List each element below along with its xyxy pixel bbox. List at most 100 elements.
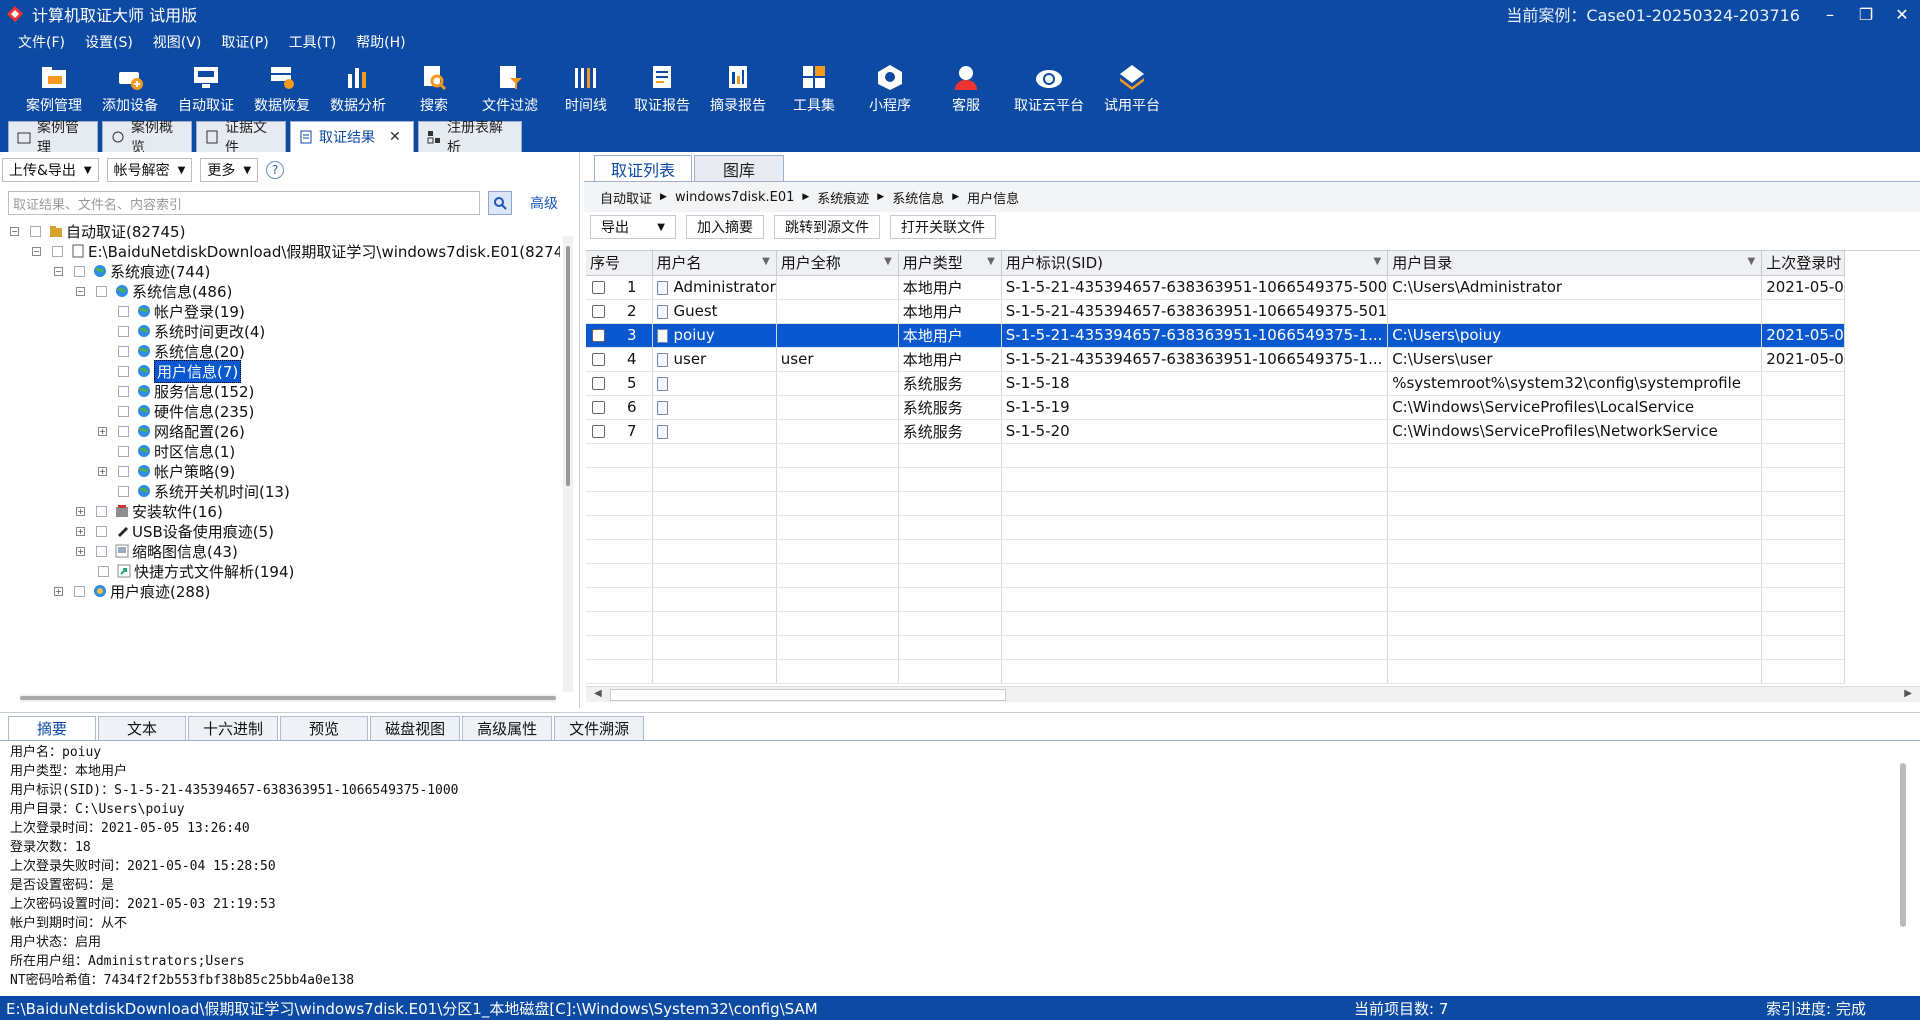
- advanced-search-link[interactable]: 高级: [530, 193, 558, 213]
- search-button[interactable]: [488, 191, 512, 215]
- expand-icon[interactable]: +: [76, 546, 85, 556]
- tree-node-timezone-info[interactable]: 时区信息(1): [118, 440, 235, 462]
- restore-button[interactable]: ❐: [1848, 0, 1884, 28]
- tree-checkbox[interactable]: [118, 405, 129, 417]
- tab-advanced-properties[interactable]: 高级属性: [462, 716, 553, 740]
- expand-icon[interactable]: +: [98, 426, 107, 436]
- tree-node-system-info[interactable]: − 系统信息(486): [76, 280, 232, 302]
- row-checkbox[interactable]: [592, 328, 605, 342]
- tab-hex[interactable]: 十六进制: [188, 716, 279, 740]
- tab-file-trace[interactable]: 文件溯源: [554, 716, 645, 740]
- help-icon[interactable]: ?: [266, 161, 285, 179]
- summary-vertical-scrollbar[interactable]: [1900, 763, 1906, 927]
- table-row[interactable]: 5 系统服务 S-1-5-18 %systemroot%\system32\co…: [586, 371, 1845, 396]
- tree-checkbox[interactable]: [118, 345, 129, 357]
- tree-node-account-login[interactable]: 帐户登录(19): [118, 300, 245, 322]
- column-header-sid[interactable]: 用户标识(SID) ▼: [1001, 251, 1389, 276]
- tree-node-service-info[interactable]: 服务信息(152): [118, 380, 254, 402]
- table-horizontal-scrollbar[interactable]: ◀ ▶: [586, 686, 1920, 702]
- tree-node-evidence-image[interactable]: − E:\BaiduNetdiskDownload\假期取证学习\windows…: [32, 240, 560, 262]
- tree-node-power-time[interactable]: 系统开关机时间(13): [118, 480, 290, 502]
- tab-case-management[interactable]: 案例管理: [8, 120, 98, 156]
- toolbar-cloud-platform[interactable]: 取证云平台: [1004, 56, 1094, 118]
- tree-horizontal-scrollbar[interactable]: [20, 694, 556, 702]
- tab-forensic-results[interactable]: 取证结果 ✕: [290, 121, 414, 152]
- tree-checkbox[interactable]: [96, 525, 107, 537]
- column-header-userdir[interactable]: 用户目录 ▼: [1387, 251, 1763, 276]
- toolbar-search[interactable]: 搜索: [396, 56, 472, 118]
- column-header-usertype[interactable]: 用户类型 ▼: [898, 251, 1002, 276]
- tree-node-user-info[interactable]: 用户信息(7): [118, 359, 242, 383]
- scroll-thumb[interactable]: [566, 246, 570, 486]
- tree-checkbox[interactable]: [52, 245, 63, 257]
- breadcrumb-item[interactable]: 系统痕迹: [817, 188, 869, 207]
- tree-checkbox[interactable]: [118, 445, 129, 457]
- tree-node-network-config[interactable]: + 网络配置(26): [98, 420, 245, 442]
- tree-checkbox[interactable]: [118, 485, 129, 497]
- tree-search-input[interactable]: 取证结果、文件名、内容索引: [8, 191, 480, 215]
- collapse-icon[interactable]: −: [32, 246, 41, 256]
- toolbar-excerpt-report[interactable]: 摘录报告: [700, 56, 776, 118]
- table-row[interactable]: 6 系统服务 S-1-5-19 C:\Windows\ServiceProfil…: [586, 395, 1845, 420]
- scroll-thumb[interactable]: [610, 689, 1006, 701]
- collapse-icon[interactable]: −: [54, 266, 63, 276]
- row-checkbox[interactable]: [592, 352, 605, 366]
- scroll-thumb[interactable]: [20, 696, 556, 700]
- toolbar-data-analysis[interactable]: 数据分析: [320, 56, 396, 118]
- tab-case-overview[interactable]: 案例概览: [102, 120, 192, 156]
- tree-checkbox[interactable]: [98, 565, 109, 577]
- tree-checkbox[interactable]: [74, 585, 85, 597]
- toolbar-toolset[interactable]: 工具集: [776, 56, 852, 118]
- minimize-button[interactable]: –: [1812, 0, 1848, 28]
- tree-checkbox[interactable]: [30, 225, 41, 237]
- toolbar-data-recovery[interactable]: 数据恢复: [244, 56, 320, 118]
- menu-view[interactable]: 视图(V): [153, 32, 202, 52]
- tree-checkbox[interactable]: [118, 305, 129, 317]
- filter-icon[interactable]: ▼: [1374, 256, 1382, 267]
- breadcrumb-item[interactable]: 用户信息: [967, 188, 1019, 207]
- column-header-fullname[interactable]: 用户全称 ▼: [776, 251, 899, 276]
- menu-settings[interactable]: 设置(S): [85, 32, 133, 52]
- row-checkbox[interactable]: [592, 280, 605, 294]
- tree-node-hardware-info[interactable]: 硬件信息(235): [118, 400, 254, 422]
- tab-preview[interactable]: 预览: [280, 716, 369, 740]
- menu-file[interactable]: 文件(F): [18, 32, 65, 52]
- filter-icon[interactable]: ▼: [762, 256, 770, 267]
- toolbar-customer-service[interactable]: 客服: [928, 56, 1004, 118]
- column-header-index[interactable]: 序号: [586, 251, 653, 276]
- expand-icon[interactable]: +: [54, 586, 63, 596]
- tree-checkbox[interactable]: [118, 365, 129, 377]
- tab-gallery[interactable]: 图库: [694, 155, 785, 181]
- collapse-icon[interactable]: −: [10, 226, 19, 236]
- table-row[interactable]: 7 系统服务 S-1-5-20 C:\Windows\ServiceProfil…: [586, 419, 1845, 444]
- row-checkbox[interactable]: [592, 424, 605, 438]
- menu-help[interactable]: 帮助(H): [356, 32, 405, 52]
- tree-checkbox[interactable]: [118, 465, 129, 477]
- row-checkbox[interactable]: [592, 304, 605, 318]
- toolbar-add-device[interactable]: 添加设备: [92, 56, 168, 118]
- toolbar-trial-platform[interactable]: 试用平台: [1094, 56, 1170, 118]
- jump-to-source-button[interactable]: 跳转到源文件: [774, 215, 880, 239]
- tree-node-thumbnail-info[interactable]: + 缩略图信息(43): [76, 540, 238, 562]
- tree-node-installed-software[interactable]: + 安装软件(16): [76, 500, 223, 522]
- tree-node-time-change[interactable]: 系统时间更改(4): [118, 320, 265, 342]
- row-checkbox[interactable]: [592, 376, 605, 390]
- tree-checkbox[interactable]: [74, 265, 85, 277]
- tree-node-account-policy[interactable]: + 帐户策略(9): [98, 460, 235, 482]
- tree-vertical-scrollbar[interactable]: [563, 236, 573, 692]
- tree-checkbox[interactable]: [118, 325, 129, 337]
- tab-text[interactable]: 文本: [98, 716, 187, 740]
- account-decrypt-dropdown[interactable]: 帐号解密 ▼: [106, 158, 193, 182]
- tab-evidence-files[interactable]: 证据文件: [196, 120, 286, 156]
- tree-node-system-traces[interactable]: − 系统痕迹(744): [54, 260, 210, 282]
- toolbar-forensic-report[interactable]: 取证报告: [624, 56, 700, 118]
- tree-node-auto-forensics[interactable]: − 自动取证(82745): [10, 220, 185, 242]
- breadcrumb-item[interactable]: 系统信息: [892, 188, 944, 207]
- tree-node-user-traces[interactable]: + 用户痕迹(288): [54, 580, 210, 602]
- export-dropdown[interactable]: 导出 ▼: [590, 215, 676, 239]
- filter-icon[interactable]: ▼: [1748, 256, 1756, 267]
- table-row[interactable]: 2 Guest 本地用户 S-1-5-21-435394657-63836395…: [586, 299, 1845, 324]
- row-checkbox[interactable]: [592, 400, 605, 414]
- column-header-username[interactable]: 用户名 ▼: [652, 251, 777, 276]
- tree-checkbox[interactable]: [96, 505, 107, 517]
